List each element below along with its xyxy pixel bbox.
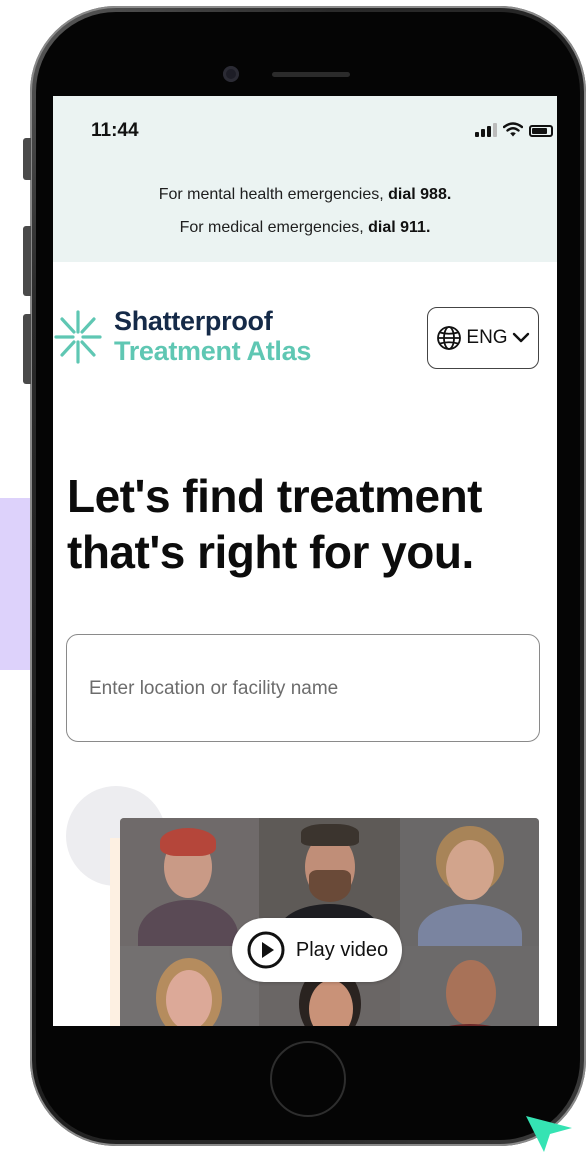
language-selector[interactable]: ENG [427, 307, 539, 369]
battery-icon [529, 125, 553, 137]
phone-screen: 11:44 For mental health emergencies, dia… [53, 96, 557, 1026]
hero-title-line: that's right for you. [67, 526, 474, 578]
logo-subtitle: Treatment Atlas [114, 336, 312, 366]
phone-volume-up-button [23, 226, 31, 296]
banner-text: For mental health emergencies, [158, 186, 389, 203]
mental-health-emergency-line: For mental health emergencies, dial 988. [53, 186, 557, 204]
phone-mute-switch [23, 138, 31, 180]
emergency-banner: For mental health emergencies, dial 988.… [53, 156, 557, 262]
status-time: 11:44 [91, 120, 139, 141]
language-label: ENG [466, 327, 508, 348]
dial-988-link[interactable]: dial 988. [388, 186, 451, 203]
logo-title: Shatterproof [114, 306, 273, 336]
globe-icon [437, 326, 462, 350]
play-icon [247, 931, 285, 969]
phone-volume-down-button [23, 314, 31, 384]
play-video-label: Play video [295, 938, 389, 961]
chevron-down-icon [512, 332, 529, 343]
location-search-input[interactable] [87, 671, 511, 707]
site-header: Shatterproof Treatment Atlas ENG [53, 262, 557, 382]
signal-icon [475, 123, 497, 137]
mouse-cursor-icon [526, 1116, 572, 1152]
video-person-tile [400, 818, 539, 946]
video-person-tile [120, 818, 259, 946]
play-video-button[interactable]: Play video [232, 918, 402, 982]
status-icons [475, 122, 553, 137]
status-bar: 11:44 [53, 96, 557, 156]
dial-911-link[interactable]: dial 911. [368, 219, 430, 236]
home-button[interactable] [270, 1041, 346, 1117]
wifi-icon [503, 122, 523, 137]
background-accent-block [0, 498, 30, 670]
site-logo[interactable]: Shatterproof Treatment Atlas [114, 306, 311, 366]
medical-emergency-line: For medical emergencies, dial 911. [53, 219, 557, 237]
hero-title: Let's find treatment that's right for yo… [67, 468, 537, 580]
earpiece-speaker [272, 72, 350, 77]
banner-text: For medical emergencies, [179, 219, 369, 236]
front-camera [223, 66, 239, 82]
video-person-tile [400, 946, 539, 1026]
hero-title-line: Let's find treatment [67, 470, 482, 522]
starburst-logo-icon[interactable] [53, 308, 103, 366]
location-search-box[interactable] [66, 634, 540, 742]
